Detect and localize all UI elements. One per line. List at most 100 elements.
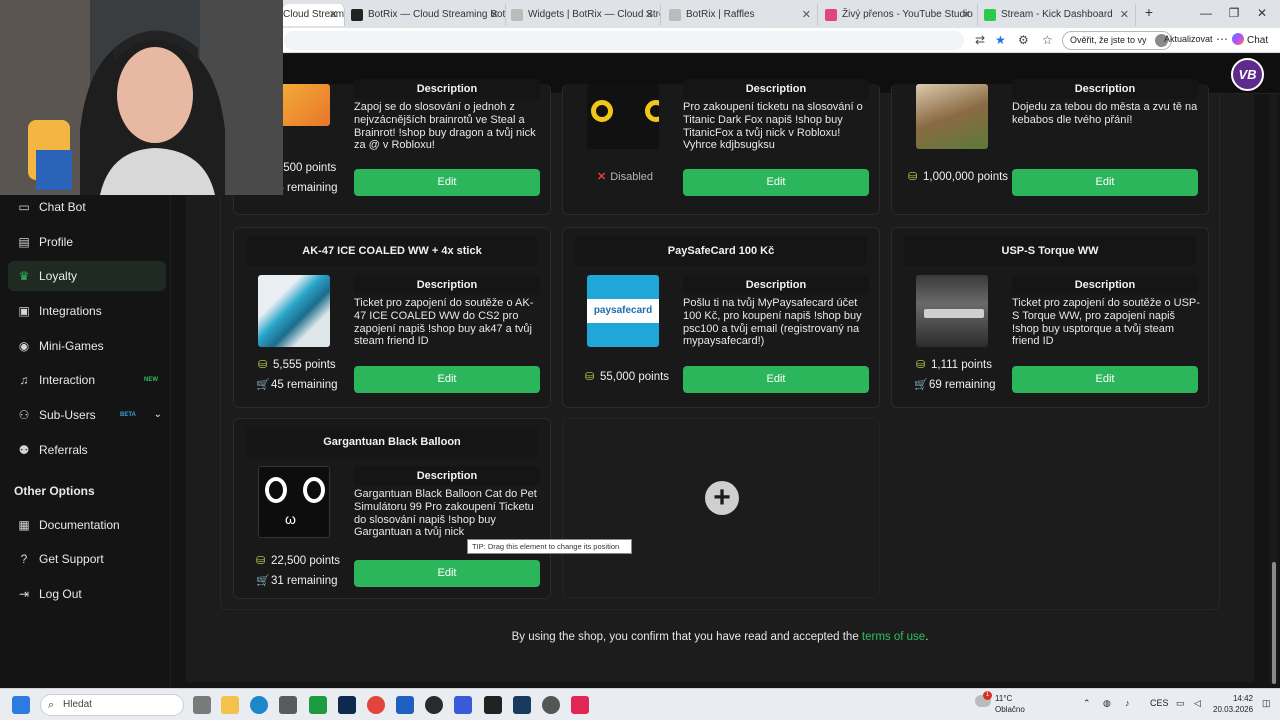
paysafecard-logo: paysafecard (587, 275, 659, 347)
sidebar-item-label: Documentation (39, 518, 120, 532)
edit-button[interactable]: Edit (683, 169, 869, 196)
store-icon[interactable] (279, 696, 297, 714)
description-heading: Description (1012, 79, 1198, 99)
tab-widgets[interactable]: Widgets | BotRix — Cloud Stream ✕ (506, 4, 661, 26)
sidebar-item-label: Log Out (39, 587, 82, 601)
sidebar-item-label: Referrals (39, 443, 88, 457)
sidebar-item-profile[interactable]: ▤ Profile (8, 227, 166, 257)
sidebar-item-loyalty[interactable]: ♛ Loyalty (8, 261, 166, 291)
sidebar-item-label: Mini-Games (39, 339, 104, 353)
shop-item-card[interactable]: PaySafeCard 100 Kč Description Pošlu ti … (562, 227, 880, 408)
tiktok-icon[interactable] (571, 696, 589, 714)
network-icon[interactable]: ▭ (1176, 698, 1185, 709)
chat-icon: ▭ (18, 200, 30, 214)
tray-app-icon[interactable]: ◍ (1103, 698, 1111, 709)
tab-title: BotRix — Cloud Streaming Bot fo (368, 9, 506, 20)
page-icon (669, 9, 681, 21)
tab-botrix[interactable]: BotRix — Cloud Streaming Bot fo ✕ (346, 4, 506, 26)
item-remaining: 🛒45 remaining (256, 379, 338, 391)
item-title: USP-S Torque WW (904, 236, 1196, 266)
minimize-button[interactable]: — (1196, 6, 1216, 20)
item-description: Ticket pro zapojení do soutěže o USP-S T… (1012, 297, 1200, 348)
microphone-icon[interactable]: ♪ (1125, 698, 1130, 708)
edit-button[interactable]: Edit (1012, 169, 1198, 196)
file-explorer-icon[interactable] (221, 696, 239, 714)
volume-icon[interactable]: ◁ (1194, 698, 1201, 709)
notifications-icon[interactable]: ◫ (1262, 698, 1271, 709)
sidebar-item-chat-bot[interactable]: ▭ Chat Bot (8, 192, 166, 222)
tab-active[interactable]: Cloud Streamin ✕ (283, 4, 345, 26)
chevron-down-icon[interactable]: ⌄ (154, 400, 162, 430)
shop-item-card[interactable]: Description Pro zakoupení ticketu na slo… (562, 79, 880, 215)
language-indicator[interactable]: CES (1150, 698, 1169, 708)
xbox-icon[interactable] (309, 696, 327, 714)
close-icon[interactable]: ✕ (802, 4, 811, 26)
item-thumbnail (916, 275, 988, 347)
edit-button[interactable]: Edit (354, 560, 540, 587)
star-icon[interactable]: ★ (995, 33, 1006, 47)
sidebar-item-sub-users[interactable]: ⚇ Sub-Users BETA ⌄ (8, 400, 166, 430)
favorites-icon[interactable]: ☆ (1042, 33, 1053, 47)
close-window-button[interactable]: ✕ (1252, 6, 1272, 20)
app-icon[interactable] (396, 696, 414, 714)
sidebar-item-mini-games[interactable]: ◉ Mini-Games (8, 331, 166, 361)
tab-youtube[interactable]: Živý přenos - YouTube Studio ✕ (820, 4, 978, 26)
shop-item-card[interactable]: Description Dojedu za tebou do města a z… (891, 79, 1209, 215)
sidebar-item-documentation[interactable]: ▦ Documentation (8, 510, 166, 540)
chevron-up-icon[interactable]: ⌃ (1083, 698, 1091, 709)
edit-button[interactable]: Edit (354, 366, 540, 393)
verify-identity-button[interactable]: Ověřit, že jste to vy (1062, 31, 1172, 50)
sidebar-item-log-out[interactable]: ⇥ Log Out (8, 579, 166, 609)
epic-games-icon[interactable] (484, 696, 502, 714)
translate-icon[interactable]: ⇄ (975, 33, 985, 47)
new-tab-button[interactable]: + (1139, 4, 1159, 20)
app-icon[interactable] (454, 696, 472, 714)
chrome-icon[interactable] (367, 696, 385, 714)
disabled-status: ✕ Disabled (597, 171, 654, 183)
sidebar-item-label: Loyalty (39, 269, 78, 283)
terms-of-use-link[interactable]: terms of use (862, 631, 925, 643)
more-icon[interactable]: ⋯ (1216, 32, 1228, 46)
logout-icon: ⇥ (18, 587, 30, 601)
scrollbar-thumb[interactable] (1272, 562, 1276, 684)
edit-button[interactable]: Edit (1012, 366, 1198, 393)
sidebar-item-label: Sub-Users (39, 408, 96, 422)
copilot-chat-button[interactable]: Chat (1232, 33, 1268, 46)
close-icon[interactable]: ✕ (962, 4, 971, 26)
notification-badge: 1 (983, 691, 992, 700)
shop-item-card[interactable]: Gargantuan Black Balloon Description Gar… (233, 418, 551, 599)
sidebar-item-get-support[interactable]: ? Get Support (8, 544, 166, 574)
close-icon[interactable]: ✕ (329, 4, 338, 26)
maximize-button[interactable]: ❐ (1224, 6, 1244, 20)
close-icon[interactable]: ✕ (1120, 4, 1129, 26)
plus-icon[interactable]: + (705, 481, 739, 515)
add-item-card[interactable]: + (562, 418, 880, 598)
taskbar-search[interactable]: ⌕ Hledat (40, 694, 184, 716)
sidebar-item-integrations[interactable]: ▣ Integrations (8, 296, 166, 326)
weather-widget[interactable]: 1 11°C Oblačno (975, 691, 1025, 715)
task-view-icon[interactable] (193, 696, 211, 714)
chat-label: Chat (1247, 35, 1269, 46)
update-button[interactable]: Aktualizovat (1164, 34, 1213, 44)
sidebar-item-referrals[interactable]: ⚉ Referrals (8, 435, 166, 465)
clock[interactable]: 14:42 20.03.2026 (1213, 693, 1253, 715)
app-icon[interactable] (542, 696, 560, 714)
steam-icon[interactable] (513, 696, 531, 714)
shop-item-card[interactable]: AK-47 ICE COALED WW + 4x stick Descripti… (233, 227, 551, 408)
user-avatar-logo[interactable]: VB (1231, 58, 1264, 91)
close-icon[interactable]: ✕ (490, 4, 499, 26)
edit-button[interactable]: Edit (683, 366, 869, 393)
url-field[interactable] (284, 31, 964, 50)
extensions-icon[interactable]: ⚙ (1018, 33, 1029, 47)
close-icon[interactable]: ✕ (645, 4, 654, 26)
tab-raffles[interactable]: BotRix | Raffles ✕ (664, 4, 818, 26)
obs-icon[interactable] (425, 696, 443, 714)
start-icon[interactable] (12, 696, 30, 714)
edge-icon[interactable] (250, 696, 268, 714)
edit-button[interactable]: Edit (354, 169, 540, 196)
coins-icon: ⛁ (908, 171, 918, 183)
photoshop-icon[interactable] (338, 696, 356, 714)
sidebar-item-interaction[interactable]: ♫ Interaction NEW (8, 365, 166, 395)
shop-item-card[interactable]: USP-S Torque WW Description Ticket pro z… (891, 227, 1209, 408)
tab-kick[interactable]: Stream - Kick Dashboard ✕ (979, 4, 1136, 26)
